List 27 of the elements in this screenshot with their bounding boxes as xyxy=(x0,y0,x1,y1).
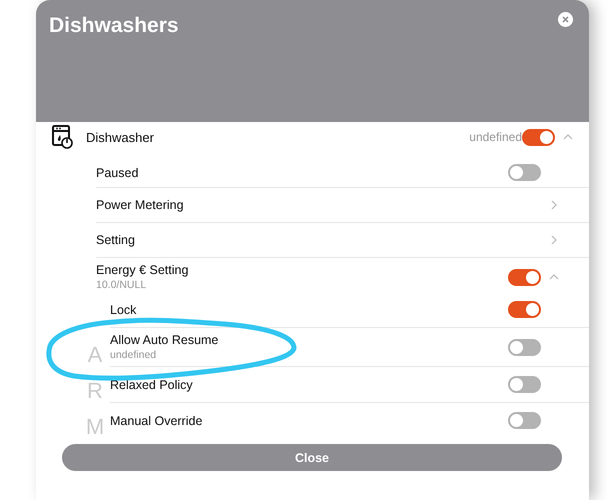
setting-label: Relaxed Policy xyxy=(110,378,194,392)
dishwasher-icon xyxy=(52,125,74,149)
toggle-switch[interactable] xyxy=(508,338,541,356)
device-name: Dishwasher xyxy=(86,130,155,144)
setting-label: Setting xyxy=(96,233,136,247)
chevron-right-icon[interactable] xyxy=(549,200,559,210)
close-icon[interactable] xyxy=(558,12,573,27)
toggle-switch[interactable] xyxy=(508,301,541,318)
setting-label: Manual Override xyxy=(110,414,204,428)
toggle-switch[interactable] xyxy=(508,268,541,286)
dialog-title: Dishwashers xyxy=(49,14,179,38)
device-status: undefined xyxy=(469,130,522,144)
setting-label: Energy € Setting xyxy=(96,263,190,277)
toggle-switch[interactable] xyxy=(508,412,541,429)
setting-label: Lock xyxy=(110,302,138,316)
setting-label: Paused xyxy=(96,166,140,180)
setting-value: 10.0/NULL xyxy=(96,279,148,291)
setting-value: undefined xyxy=(110,349,158,361)
toggle-switch[interactable] xyxy=(522,128,555,146)
toggle-switch[interactable] xyxy=(508,164,541,181)
setting-label: Allow Auto Resume xyxy=(110,333,220,347)
toggle-switch[interactable] xyxy=(508,376,541,393)
chevron-right-icon[interactable] xyxy=(549,235,559,245)
chevron-up-icon[interactable] xyxy=(549,272,559,282)
setting-label: Power Metering xyxy=(96,198,185,212)
close-button[interactable]: Close xyxy=(62,444,562,471)
chevron-up-icon[interactable] xyxy=(563,132,573,142)
